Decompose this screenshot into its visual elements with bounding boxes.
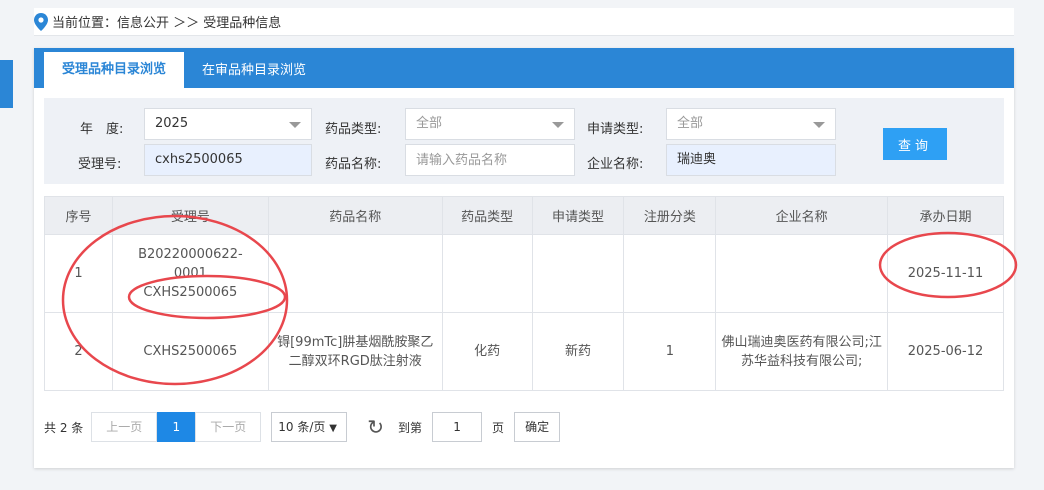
col-header-apply-type[interactable]: 申请类型 (531, 196, 625, 235)
accept-no-line: B20220000622- (138, 247, 243, 262)
breadcrumb: 当前位置：信息公开 ＞＞ 受理品种信息 (34, 8, 1014, 36)
page-size-value: 10 条/页 (278, 420, 326, 434)
left-accent-strip (0, 60, 13, 108)
drug-name-label: 药品名称: (325, 157, 382, 172)
cell-drug-type (441, 234, 533, 313)
next-page-button[interactable]: 下一页 (195, 412, 262, 442)
cell-drug-name: 锝[99mTc]肼基烟酰胺聚乙二醇双环RGD肽注射液 (267, 312, 443, 391)
table-header-row: 序号 受理号 药品名称 药品类型 申请类型 注册分类 企业名称 承办日期 (44, 196, 1004, 235)
cell-accept-no: CXHS2500065 (111, 312, 269, 391)
cell-no: 2 (44, 312, 113, 391)
apply-type-label: 申请类型: (587, 122, 644, 137)
confirm-goto-button[interactable]: 确定 (514, 412, 561, 442)
col-header-reg-class[interactable]: 注册分类 (623, 196, 717, 235)
accept-no-line: 0001 (173, 266, 207, 281)
results-table: 序号 受理号 药品名称 药品类型 申请类型 注册分类 企业名称 承办日期 1 B… (44, 196, 1004, 391)
col-header-accept-no[interactable]: 受理号 (111, 196, 269, 235)
drug-type-select[interactable]: 全部 (405, 108, 575, 140)
page-1-button[interactable]: 1 (157, 412, 196, 442)
total-count: 共 2 条 (44, 420, 84, 435)
col-header-drug-name[interactable]: 药品名称 (267, 196, 443, 235)
col-header-no[interactable]: 序号 (44, 196, 113, 235)
accept-no-line: CXHS2500065 (143, 285, 238, 300)
page-unit-label: 页 (492, 420, 505, 435)
prev-page-button[interactable]: 上一页 (91, 412, 158, 442)
cell-accept-no: B20220000622- 0001 CXHS2500065 (111, 234, 269, 313)
cell-drug-name (267, 234, 443, 313)
cell-date: 2025-11-11 (887, 234, 1004, 313)
tab-accepted-catalog[interactable]: 受理品种目录浏览 (44, 52, 185, 88)
table-row[interactable]: 1 B20220000622- 0001 CXHS2500065 2025-11… (44, 234, 1004, 313)
location-pin-icon (34, 12, 48, 31)
cell-no: 1 (44, 234, 113, 313)
filter-form: 年 度: 2025 药品类型: 全部 申请类型: 全部 受理号: cxhs250… (44, 98, 1004, 184)
company-label: 企业名称: (587, 157, 644, 172)
drug-name-input[interactable] (405, 144, 575, 176)
cell-date: 2025-06-12 (887, 312, 1004, 391)
cell-reg-class (623, 234, 717, 313)
cell-company (715, 234, 889, 313)
breadcrumb-text: 当前位置：信息公开 ＞＞ 受理品种信息 (52, 16, 282, 31)
cell-apply-type (531, 234, 625, 313)
company-input[interactable]: 瑞迪奥 (666, 144, 836, 176)
tab-under-review-catalog[interactable]: 在审品种目录浏览 (184, 54, 324, 88)
col-header-company[interactable]: 企业名称 (715, 196, 889, 235)
refresh-icon[interactable]: ↻ (367, 415, 384, 439)
goto-page-input[interactable]: 1 (432, 412, 483, 442)
goto-label: 到第 (398, 420, 423, 435)
col-header-date[interactable]: 承办日期 (887, 196, 1004, 235)
cell-reg-class: 1 (623, 312, 717, 391)
pagination: 共 2 条 上一页 1 下一页 10 条/页 ▼ ↻ 到第 1 页 确定 (44, 412, 561, 442)
tab-bar: 受理品种目录浏览 在审品种目录浏览 (34, 48, 1014, 88)
accept-no-label: 受理号: (78, 157, 122, 172)
year-label: 年 度: (80, 122, 124, 137)
accept-no-input[interactable]: cxhs2500065 (144, 144, 312, 176)
main-panel: 受理品种目录浏览 在审品种目录浏览 年 度: 2025 药品类型: 全部 申请类… (34, 48, 1014, 468)
page-size-select[interactable]: 10 条/页 ▼ (271, 412, 348, 442)
query-button[interactable]: 查询 (883, 128, 947, 160)
year-select[interactable]: 2025 (144, 108, 312, 140)
drug-type-label: 药品类型: (325, 122, 382, 137)
apply-type-select[interactable]: 全部 (666, 108, 836, 140)
cell-apply-type: 新药 (531, 312, 625, 391)
col-header-drug-type[interactable]: 药品类型 (441, 196, 533, 235)
chevron-down-icon: ▼ (329, 423, 337, 434)
table-row[interactable]: 2 CXHS2500065 锝[99mTc]肼基烟酰胺聚乙二醇双环RGD肽注射液… (44, 312, 1004, 391)
cell-company: 佛山瑞迪奥医药有限公司;江苏华益科技有限公司; (715, 312, 889, 391)
cell-drug-type: 化药 (441, 312, 533, 391)
